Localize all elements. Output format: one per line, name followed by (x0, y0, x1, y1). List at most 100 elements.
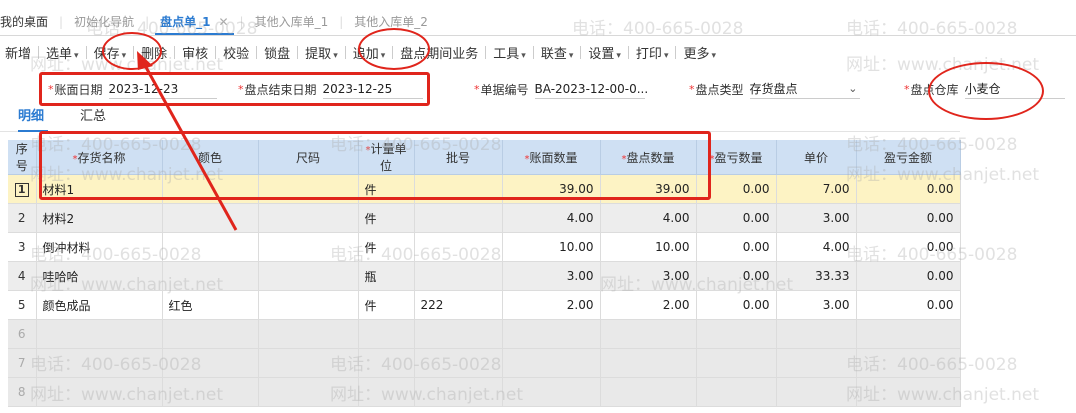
empty-cell[interactable] (696, 348, 777, 378)
empty-cell[interactable] (358, 348, 415, 378)
row-selector-icon[interactable]: 1 (14, 182, 29, 197)
period-business-button[interactable]: 盘点期间业务 (395, 43, 483, 62)
size-cell[interactable] (258, 232, 359, 262)
delete-button[interactable]: 删除 (136, 43, 172, 62)
row-seq-cell[interactable]: 4 (8, 261, 37, 291)
count-qty-cell[interactable]: 3.00 (600, 261, 697, 291)
book-qty-cell[interactable]: 3.00 (502, 261, 601, 291)
item-name-cell[interactable]: 材料2 (36, 203, 163, 233)
count-qty-cell[interactable]: 39.00 (600, 174, 697, 204)
column-header-item-name[interactable]: *存货名称 (36, 140, 163, 175)
color-cell[interactable] (162, 232, 259, 262)
price-cell[interactable]: 4.00 (776, 232, 857, 262)
batch-cell[interactable] (414, 203, 503, 233)
empty-cell[interactable] (162, 319, 259, 349)
tools-button[interactable]: 工具 ▾ (488, 43, 531, 62)
empty-cell[interactable] (502, 348, 601, 378)
end-date-input[interactable]: 2023-12-25 (322, 79, 423, 99)
column-header-size[interactable]: 尺码 (258, 140, 359, 175)
diff-qty-cell[interactable]: 0.00 (696, 174, 777, 204)
table-row-empty[interactable]: 8 (8, 377, 961, 407)
empty-cell[interactable] (258, 377, 359, 407)
save-button[interactable]: 保存 ▾ (89, 43, 132, 62)
empty-cell[interactable] (36, 348, 163, 378)
price-cell[interactable]: 3.00 (776, 290, 857, 320)
more-button[interactable]: 更多 ▾ (678, 43, 721, 62)
empty-cell[interactable] (36, 319, 163, 349)
empty-cell[interactable] (258, 319, 359, 349)
book-qty-cell[interactable]: 10.00 (502, 232, 601, 262)
empty-cell[interactable] (776, 348, 857, 378)
diff-qty-cell[interactable]: 0.00 (696, 232, 777, 262)
empty-cell[interactable] (414, 319, 503, 349)
table-row-empty[interactable]: 6 (8, 319, 961, 349)
empty-cell[interactable] (162, 348, 259, 378)
unit-cell[interactable]: 瓶 (358, 261, 415, 291)
diff-amount-cell[interactable]: 0.00 (856, 261, 961, 291)
table-row[interactable]: 3 倒冲材料 件 10.00 10.00 0.00 4.00 0.00 (8, 232, 961, 262)
empty-cell[interactable] (856, 319, 961, 349)
tab-init-nav[interactable]: 初始化导航 (69, 10, 139, 35)
empty-cell[interactable] (502, 377, 601, 407)
empty-cell[interactable] (358, 377, 415, 407)
batch-cell[interactable] (414, 261, 503, 291)
tab-my-desktop[interactable]: 我的桌面 (0, 10, 53, 35)
unit-cell[interactable]: 件 (358, 290, 415, 320)
size-cell[interactable] (258, 174, 359, 204)
color-cell[interactable]: 红色 (162, 290, 259, 320)
column-header-diff-amount[interactable]: 盈亏金额 (856, 140, 961, 175)
column-header-unit[interactable]: *计量单位 (358, 140, 415, 175)
empty-cell[interactable] (414, 377, 503, 407)
doc-no-input[interactable]: BA-2023-12-00-0... (534, 79, 648, 99)
count-qty-cell[interactable]: 10.00 (600, 232, 697, 262)
approve-button[interactable]: 审核 (177, 43, 213, 62)
price-cell[interactable]: 33.33 (776, 261, 857, 291)
empty-cell[interactable] (162, 377, 259, 407)
diff-qty-cell[interactable]: 0.00 (696, 261, 777, 291)
item-name-cell[interactable]: 倒冲材料 (36, 232, 163, 262)
lock-stock-button[interactable]: 锁盘 (259, 43, 295, 62)
new-button[interactable]: 新增 (0, 43, 36, 62)
row-seq-cell[interactable]: 1 (8, 174, 37, 204)
color-cell[interactable] (162, 261, 259, 291)
empty-cell[interactable] (696, 377, 777, 407)
empty-cell[interactable] (502, 319, 601, 349)
row-seq-cell[interactable]: 7 (8, 348, 37, 378)
table-row[interactable]: 5 颜色成品 红色 件 222 2.00 2.00 0.00 3.00 0.00 (8, 290, 961, 320)
column-header-color[interactable]: 颜色 (162, 140, 259, 175)
diff-qty-cell[interactable]: 0.00 (696, 203, 777, 233)
diff-amount-cell[interactable]: 0.00 (856, 232, 961, 262)
size-cell[interactable] (258, 261, 359, 291)
empty-cell[interactable] (776, 319, 857, 349)
price-cell[interactable]: 7.00 (776, 174, 857, 204)
tab-summary[interactable]: 汇总 (80, 108, 106, 132)
empty-cell[interactable] (776, 377, 857, 407)
table-row[interactable]: 4 哇哈哈 瓶 3.00 3.00 0.00 33.33 0.00 (8, 261, 961, 291)
unit-cell[interactable]: 件 (358, 232, 415, 262)
account-date-input[interactable]: 2023-12-23 (108, 79, 217, 99)
color-cell[interactable] (162, 174, 259, 204)
book-qty-cell[interactable]: 39.00 (502, 174, 601, 204)
select-bill-button[interactable]: 选单 ▾ (41, 43, 84, 62)
row-seq-cell[interactable]: 6 (8, 319, 37, 349)
verify-button[interactable]: 校验 (218, 43, 254, 62)
table-row[interactable]: 1 材料1 件 39.00 39.00 0.00 7.00 0.00 (8, 174, 961, 204)
item-name-cell[interactable]: 哇哈哈 (36, 261, 163, 291)
column-header-price[interactable]: 单价 (776, 140, 857, 175)
size-cell[interactable] (258, 203, 359, 233)
item-name-cell[interactable]: 颜色成品 (36, 290, 163, 320)
column-header-diff-qty[interactable]: *盈亏数量 (696, 140, 777, 175)
empty-cell[interactable] (696, 319, 777, 349)
query-button[interactable]: 联查 ▾ (536, 43, 579, 62)
tab-stocktake-1[interactable]: 盘点单_1 ✕ (155, 10, 234, 35)
row-seq-cell[interactable]: 3 (8, 232, 37, 262)
row-seq-cell[interactable]: 5 (8, 290, 37, 320)
diff-amount-cell[interactable]: 0.00 (856, 290, 961, 320)
diff-amount-cell[interactable]: 0.00 (856, 203, 961, 233)
color-cell[interactable] (162, 203, 259, 233)
close-icon[interactable]: ✕ (218, 15, 228, 29)
book-qty-cell[interactable]: 4.00 (502, 203, 601, 233)
empty-cell[interactable] (600, 348, 697, 378)
unit-cell[interactable]: 件 (358, 203, 415, 233)
settings-button[interactable]: 设置 ▾ (583, 43, 626, 62)
